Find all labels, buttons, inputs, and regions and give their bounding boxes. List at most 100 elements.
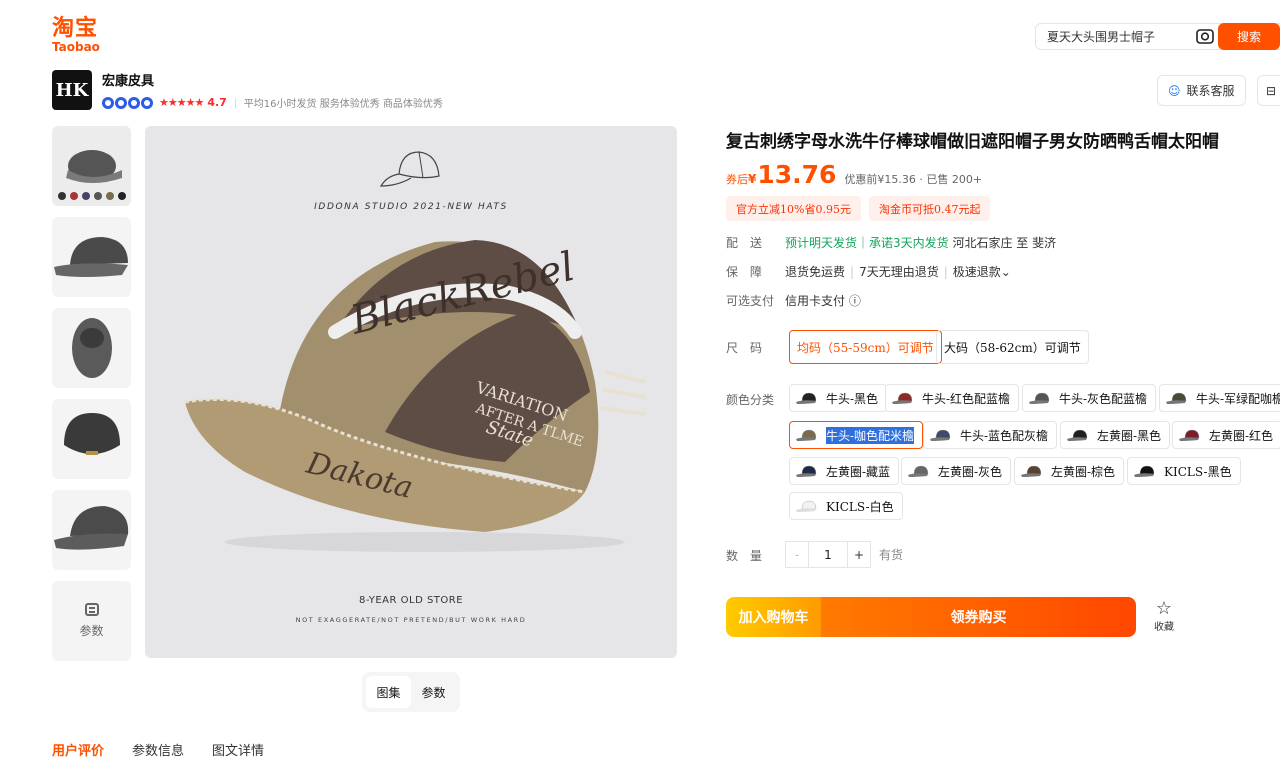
cap-swatch-icon [1179,429,1200,441]
tab-param-info[interactable]: 参数信息 [132,740,184,759]
size-row-label: 尺 码 [726,339,785,356]
shop-rating: 4.7 [207,96,227,109]
search-button[interactable]: 搜索 [1218,23,1280,50]
price-original: 优惠前¥15.36 · 已售 200+ [844,173,983,186]
color-option[interactable]: 牛头-咖色配米檐 [789,421,924,449]
logo-en: Taobao [52,40,100,54]
price-currency: ¥ [748,172,757,186]
coupon-official[interactable]: 官方立减10%省0.95元 [726,196,861,221]
contact-service-button[interactable]: ☺ 联系客服 [1157,75,1246,106]
color-option-label: 左黄圈-棕色 [1051,464,1116,479]
buy-now-button[interactable]: 领券购买 [821,597,1136,637]
cap-swatch-icon [796,465,817,477]
color-option[interactable]: 左黄圈-灰色 [901,457,1012,485]
cap-swatch-icon [796,392,817,404]
favorite-label: 收藏 [1154,622,1174,633]
color-option-label: 左黄圈-藏蓝 [826,464,891,479]
delivery-route[interactable]: 河北石家庄 至 斐济 [952,234,1056,251]
color-option[interactable]: 左黄圈-黑色 [1060,421,1171,449]
crown-badge-icon [102,96,153,109]
tab-reviews[interactable]: 用户评价 [52,740,104,759]
quantity-plus-button[interactable]: + [847,541,871,568]
quantity-stepper: - 1 + 有货 [785,541,903,568]
cap-swatch-icon [908,465,929,477]
cap-swatch-icon [1029,392,1050,404]
cap-swatch-icon [1166,392,1187,404]
color-option[interactable]: 牛头-蓝色配灰檐 [923,421,1058,449]
shop-name[interactable]: 宏康皮具 [102,70,443,89]
search-bar[interactable]: 夏天大头围男士帽子 搜索 [1035,23,1280,50]
shop-meta-product: 商品体验优秀 [382,99,443,110]
shop-meta-service: 服务体验优秀 [319,99,380,110]
stock-status: 有货 [879,548,904,562]
payment-label: 可选支付 [726,294,775,308]
color-option[interactable]: 牛头-红色配蓝檐 [885,384,1020,412]
shop-button[interactable]: ⊟ [1257,75,1280,106]
tab-params[interactable]: 参数 [411,676,456,708]
camera-icon[interactable] [1195,27,1215,45]
param-thumbnail-label: 参数 [79,624,104,638]
detail-tabs: 用户评价 参数信息 图文详情 [52,740,264,759]
color-option[interactable]: KICLS-白色 [789,492,903,520]
shop-meta-ship: 平均16小时发货 [243,99,317,110]
taobao-logo[interactable]: 淘宝 Taobao [52,16,100,54]
size-option-large[interactable]: 大码（58-62cm）可调节 [936,330,1089,364]
color-option-label: 牛头-红色配蓝檐 [922,391,1011,406]
delivery-label: 配 送 [726,236,763,250]
color-option[interactable]: KICLS-黑色 [1127,457,1241,485]
guarantee-item-1: 退货免运费 [785,265,846,279]
tab-gallery[interactable]: 图集 [366,676,411,708]
tab-detail[interactable]: 图文详情 [212,740,264,759]
main-product-image[interactable]: IDDONA STUDIO 2021-NEW HATS BlackRebel V… [145,126,677,658]
size-option-standard[interactable]: 均码（55-59cm）可调节 [789,330,942,364]
price-row: 券后 ¥ 13.76 优惠前¥15.36 · 已售 200+ [726,160,982,189]
quantity-minus-button[interactable]: - [785,541,809,568]
color-option[interactable]: 左黄圈-红色 [1172,421,1280,449]
thumbnail-2[interactable] [52,217,131,297]
cap-thumbnail-image [58,150,126,200]
thumbnail-5[interactable] [52,490,131,570]
image-slogan: NOT EXAGGERATE/NOT PRETEND/BUT WORK HARD [295,616,527,624]
product-title: 复古刺绣字母水洗牛仔棒球帽做旧遮阳帽子男女防晒鸭舌帽太阳帽 [726,132,1219,152]
guarantee-item-3[interactable]: 极速退款⌄ [953,263,1011,280]
thumbnail-1[interactable] [52,126,131,206]
thumbnail-list: 参数 [52,126,131,672]
cap-product-image: BlackRebel VARIATION AFTER A TLME State … [185,240,645,552]
color-option[interactable]: 左黄圈-藏蓝 [789,457,900,485]
quantity-input[interactable]: 1 [809,541,847,568]
delivery-row: 配 送 预计明天发货｜承诺3天内发货 河北石家庄 至 斐济 [726,234,1056,251]
thumbnail-4[interactable] [52,399,131,479]
color-option-label: 牛头-军绿配咖檐 [1196,391,1280,406]
cap-thumbnail-image [54,237,128,277]
color-option[interactable]: 牛头-军绿配咖檐 [1159,384,1280,412]
color-option[interactable]: 左黄圈-棕色 [1014,457,1125,485]
gallery-view-tabs: 图集 参数 [362,672,460,712]
payment-value[interactable]: 信用卡支付 ⓘ [785,292,861,309]
add-to-cart-button[interactable]: 加入购物车 [726,597,821,637]
color-option[interactable]: 牛头-灰色配蓝檐 [1022,384,1157,412]
color-option-label: 左黄圈-灰色 [938,464,1003,479]
purchase-bar: 加入购物车 领券购买 [726,597,1136,637]
star-rating-icon: ★★★★★ [159,96,204,109]
image-store-text: 8-YEAR OLD STORE [358,595,464,606]
guarantee-item-2: 7天无理由退货 [859,265,939,279]
thumbnail-3[interactable] [52,308,131,388]
shop-logo[interactable]: HK [52,70,92,110]
cap-thumbnail-image [64,413,120,455]
favorite-button[interactable]: ☆ 收藏 [1151,600,1177,634]
color-option[interactable]: 牛头-黑色 [789,384,888,412]
cap-swatch-icon [1067,429,1088,441]
search-input[interactable]: 夏天大头围男士帽子 [1036,28,1186,45]
price-prefix: 券后 [726,173,748,186]
cap-swatch-icon [930,429,951,441]
coupon-coins[interactable]: 淘金币可抵0.47元起 [868,196,991,221]
contact-service-label: 联系客服 [1186,84,1235,98]
image-headline: IDDONA STUDIO 2021-NEW HATS [314,202,508,212]
color-option-label: 左黄圈-红色 [1209,428,1274,443]
cap-thumbnail-image [54,506,129,550]
guarantee-row: 保 障 退货免运费 | 7天无理由退货 | 极速退款⌄ [726,263,1011,280]
cap-swatch-icon [892,392,913,404]
payment-row: 可选支付 信用卡支付 ⓘ [726,292,861,309]
param-thumbnail[interactable]: 参数 [52,581,131,661]
logo-cn: 淘宝 [52,16,99,41]
